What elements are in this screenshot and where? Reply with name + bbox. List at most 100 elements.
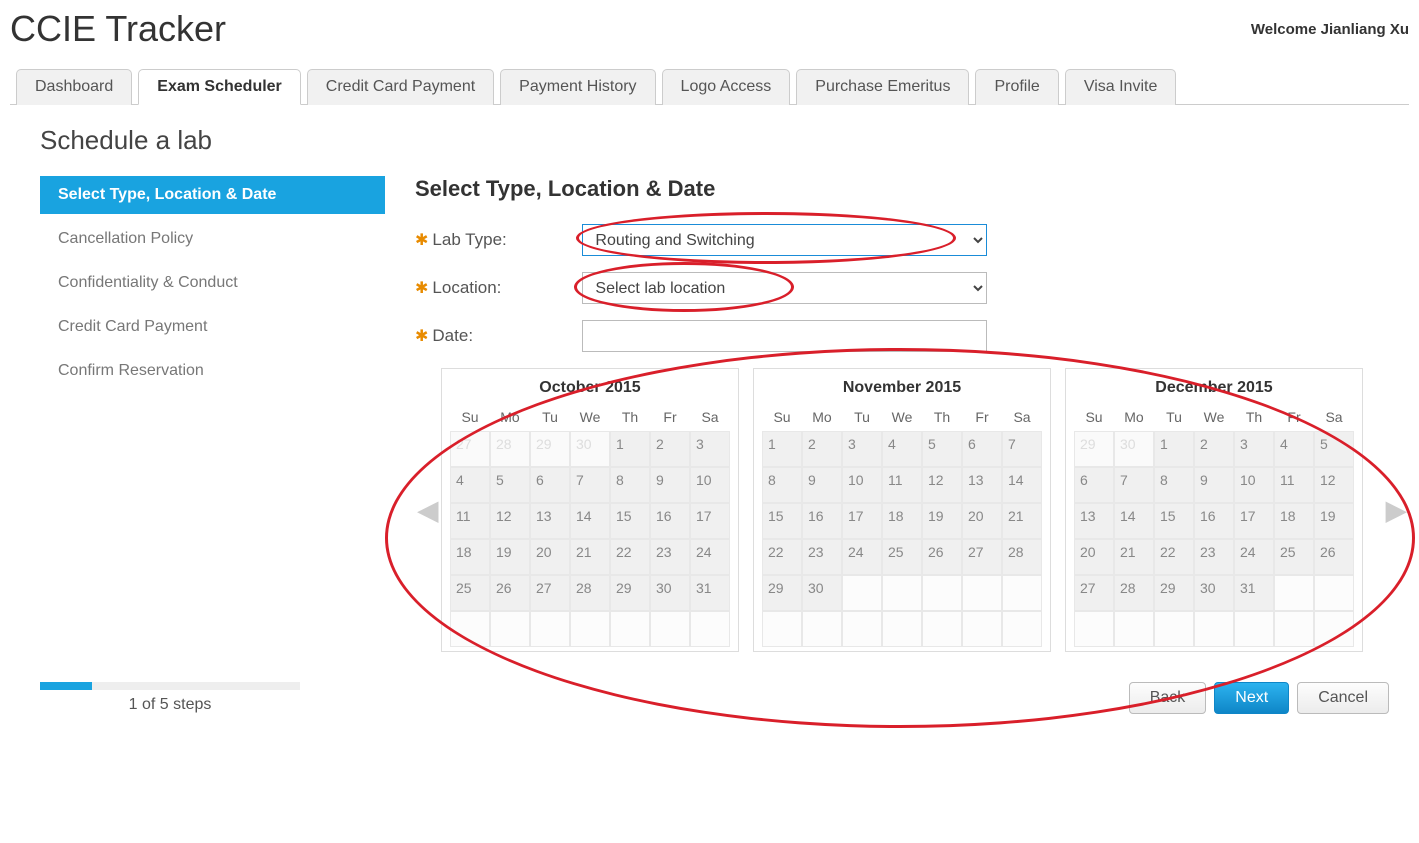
calendar-day[interactable]: 15 bbox=[1154, 503, 1194, 539]
calendar-day[interactable]: 27 bbox=[530, 575, 570, 611]
calendar-day[interactable]: 29 bbox=[610, 575, 650, 611]
calendar-day[interactable]: 22 bbox=[610, 539, 650, 575]
calendar-day[interactable]: 11 bbox=[1274, 467, 1314, 503]
calendar-day[interactable]: 7 bbox=[1002, 431, 1042, 467]
calendar-day[interactable]: 3 bbox=[690, 431, 730, 467]
step-select-type-location-date[interactable]: Select Type, Location & Date bbox=[40, 176, 385, 214]
calendar-day[interactable]: 21 bbox=[1114, 539, 1154, 575]
calendar-day[interactable]: 20 bbox=[1074, 539, 1114, 575]
calendar-day[interactable]: 23 bbox=[1194, 539, 1234, 575]
calendar-day[interactable]: 15 bbox=[610, 503, 650, 539]
calendar-day[interactable]: 26 bbox=[922, 539, 962, 575]
calendar-day[interactable]: 18 bbox=[1274, 503, 1314, 539]
calendar-day[interactable]: 6 bbox=[1074, 467, 1114, 503]
tab-exam-scheduler[interactable]: Exam Scheduler bbox=[138, 69, 301, 105]
calendar-day[interactable]: 26 bbox=[1314, 539, 1354, 575]
calendar-day[interactable]: 26 bbox=[490, 575, 530, 611]
calendar-day[interactable]: 19 bbox=[922, 503, 962, 539]
lab-type-select[interactable]: Routing and Switching bbox=[582, 224, 987, 256]
calendar-day[interactable]: 7 bbox=[570, 467, 610, 503]
calendar-day[interactable]: 25 bbox=[1274, 539, 1314, 575]
calendar-day[interactable]: 1 bbox=[1154, 431, 1194, 467]
calendar-day[interactable]: 28 bbox=[570, 575, 610, 611]
tab-profile[interactable]: Profile bbox=[975, 69, 1058, 105]
calendar-day[interactable]: 8 bbox=[762, 467, 802, 503]
step-cancellation-policy[interactable]: Cancellation Policy bbox=[40, 220, 385, 258]
calendar-day[interactable]: 10 bbox=[842, 467, 882, 503]
calendar-day[interactable]: 14 bbox=[1114, 503, 1154, 539]
calendar-day[interactable]: 7 bbox=[1114, 467, 1154, 503]
step-confidentiality-conduct[interactable]: Confidentiality & Conduct bbox=[40, 264, 385, 302]
calendar-day[interactable]: 6 bbox=[962, 431, 1002, 467]
calendar-day[interactable]: 5 bbox=[490, 467, 530, 503]
calendar-day[interactable]: 5 bbox=[1314, 431, 1354, 467]
calendar-day[interactable]: 28 bbox=[1114, 575, 1154, 611]
calendar-day[interactable]: 2 bbox=[650, 431, 690, 467]
calendar-day[interactable]: 16 bbox=[650, 503, 690, 539]
calendar-day[interactable]: 14 bbox=[1002, 467, 1042, 503]
calendar-day[interactable]: 4 bbox=[450, 467, 490, 503]
calendar-day[interactable]: 5 bbox=[922, 431, 962, 467]
calendar-day[interactable]: 24 bbox=[842, 539, 882, 575]
calendar-day[interactable]: 1 bbox=[610, 431, 650, 467]
calendar-day[interactable]: 2 bbox=[1194, 431, 1234, 467]
back-button[interactable]: Back bbox=[1129, 682, 1207, 714]
cancel-button[interactable]: Cancel bbox=[1297, 682, 1389, 714]
calendar-day[interactable]: 1 bbox=[762, 431, 802, 467]
calendar-day[interactable]: 25 bbox=[882, 539, 922, 575]
calendar-day[interactable]: 25 bbox=[450, 575, 490, 611]
calendar-day[interactable]: 22 bbox=[1154, 539, 1194, 575]
calendar-day[interactable]: 19 bbox=[490, 539, 530, 575]
calendar-day[interactable]: 23 bbox=[802, 539, 842, 575]
calendar-day[interactable]: 14 bbox=[570, 503, 610, 539]
calendar-day[interactable]: 8 bbox=[1154, 467, 1194, 503]
location-select[interactable]: Select lab location bbox=[582, 272, 987, 304]
tab-credit-card-payment[interactable]: Credit Card Payment bbox=[307, 69, 494, 105]
calendar-day[interactable]: 13 bbox=[962, 467, 1002, 503]
calendar-day[interactable]: 10 bbox=[1234, 467, 1274, 503]
calendar-day[interactable]: 3 bbox=[842, 431, 882, 467]
calendar-day[interactable]: 11 bbox=[882, 467, 922, 503]
calendar-day[interactable]: 9 bbox=[650, 467, 690, 503]
calendar-day[interactable]: 12 bbox=[922, 467, 962, 503]
calendar-day[interactable]: 17 bbox=[842, 503, 882, 539]
step-confirm-reservation[interactable]: Confirm Reservation bbox=[40, 352, 385, 390]
calendar-day[interactable]: 24 bbox=[690, 539, 730, 575]
calendar-day[interactable]: 30 bbox=[1194, 575, 1234, 611]
calendar-day[interactable]: 9 bbox=[802, 467, 842, 503]
tab-logo-access[interactable]: Logo Access bbox=[662, 69, 791, 105]
calendar-day[interactable]: 30 bbox=[650, 575, 690, 611]
calendar-day[interactable]: 17 bbox=[690, 503, 730, 539]
calendar-next-icon[interactable]: ▶ bbox=[1379, 488, 1413, 533]
calendar-day[interactable]: 8 bbox=[610, 467, 650, 503]
calendar-day[interactable]: 29 bbox=[1154, 575, 1194, 611]
calendar-day[interactable]: 20 bbox=[962, 503, 1002, 539]
tab-dashboard[interactable]: Dashboard bbox=[16, 69, 132, 105]
calendar-day[interactable]: 16 bbox=[802, 503, 842, 539]
calendar-day[interactable]: 21 bbox=[1002, 503, 1042, 539]
calendar-day[interactable]: 12 bbox=[1314, 467, 1354, 503]
calendar-day[interactable]: 10 bbox=[690, 467, 730, 503]
calendar-day[interactable]: 29 bbox=[762, 575, 802, 611]
calendar-day[interactable]: 27 bbox=[1074, 575, 1114, 611]
step-credit-card-payment[interactable]: Credit Card Payment bbox=[40, 308, 385, 346]
calendar-day[interactable]: 27 bbox=[962, 539, 1002, 575]
calendar-day[interactable]: 17 bbox=[1234, 503, 1274, 539]
calendar-day[interactable]: 18 bbox=[882, 503, 922, 539]
calendar-day[interactable]: 31 bbox=[690, 575, 730, 611]
calendar-day[interactable]: 4 bbox=[1274, 431, 1314, 467]
calendar-day[interactable]: 24 bbox=[1234, 539, 1274, 575]
calendar-day[interactable]: 22 bbox=[762, 539, 802, 575]
calendar-day[interactable]: 28 bbox=[1002, 539, 1042, 575]
calendar-day[interactable]: 23 bbox=[650, 539, 690, 575]
calendar-day[interactable]: 2 bbox=[802, 431, 842, 467]
tab-purchase-emeritus[interactable]: Purchase Emeritus bbox=[796, 69, 969, 105]
calendar-day[interactable]: 20 bbox=[530, 539, 570, 575]
calendar-day[interactable]: 19 bbox=[1314, 503, 1354, 539]
calendar-day[interactable]: 12 bbox=[490, 503, 530, 539]
calendar-day[interactable]: 30 bbox=[802, 575, 842, 611]
date-input[interactable] bbox=[582, 320, 987, 352]
calendar-day[interactable]: 4 bbox=[882, 431, 922, 467]
calendar-day[interactable]: 31 bbox=[1234, 575, 1274, 611]
calendar-day[interactable]: 18 bbox=[450, 539, 490, 575]
